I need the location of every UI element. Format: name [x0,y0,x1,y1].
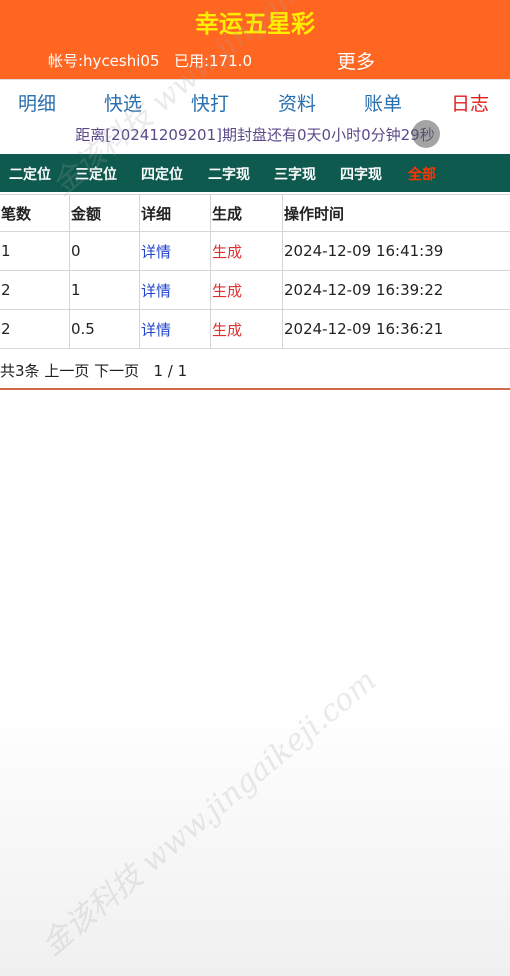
cell-count: 2 [0,270,70,310]
tab-four-digit[interactable]: 四字现 [340,164,382,184]
page-indicator: 1 / 1 [153,362,188,380]
cell-amount: 1 [69,270,140,310]
detail-link[interactable]: 详情 [139,270,211,310]
tab-four-position[interactable]: 四定位 [141,164,183,184]
nav-item-log[interactable]: 日志 [451,89,489,116]
pagination: 共3条 上一页 下一页 1 / 1 [0,360,187,381]
touch-cursor-indicator [412,120,440,148]
generate-link[interactable]: 生成 [210,309,283,349]
cell-time: 2024-12-09 16:39:22 [282,270,510,310]
nav-item-details[interactable]: 明细 [18,89,56,116]
tab-all[interactable]: 全部 [408,164,436,184]
column-header-count: 笔数 [0,194,70,232]
generate-link[interactable]: 生成 [210,231,283,271]
cell-time: 2024-12-09 16:36:21 [282,309,510,349]
table-row: 2 0.5 详情 生成 2024-12-09 16:36:21 [0,309,510,349]
prev-page-link[interactable]: 上一页 [44,362,89,380]
account-label: 帐号:hyceshi05 [48,52,160,70]
tab-two-digit[interactable]: 二字现 [208,164,250,184]
cell-count: 2 [0,309,70,349]
table-header-row: 笔数 金额 详细 生成 操作时间 [0,194,510,232]
next-page-link[interactable]: 下一页 [94,362,139,380]
detail-link[interactable]: 详情 [139,309,211,349]
column-header-detail: 详细 [139,194,211,232]
cell-amount: 0 [69,231,140,271]
generate-link[interactable]: 生成 [210,270,283,310]
records-table: 笔数 金额 详细 生成 操作时间 1 0 详情 生成 2024-12-09 16… [0,194,510,349]
more-button[interactable]: 更多 [337,47,375,74]
tab-three-digit[interactable]: 三字现 [274,164,316,184]
column-header-generate: 生成 [210,194,283,232]
total-count: 共3条 [0,362,40,380]
table-row: 1 0 详情 生成 2024-12-09 16:41:39 [0,231,510,271]
column-header-amount: 金额 [69,194,140,232]
cell-count: 1 [0,231,70,271]
detail-link[interactable]: 详情 [139,231,211,271]
nav-item-profile[interactable]: 资料 [278,89,316,116]
table-row: 2 1 详情 生成 2024-12-09 16:39:22 [0,270,510,310]
column-header-time: 操作时间 [282,194,510,232]
main-nav: 明细 快选 快打 资料 账单 日志 [0,79,510,122]
cell-time: 2024-12-09 16:41:39 [282,231,510,271]
nav-item-bills[interactable]: 账单 [364,89,402,116]
divider [0,388,510,390]
cell-amount: 0.5 [69,309,140,349]
